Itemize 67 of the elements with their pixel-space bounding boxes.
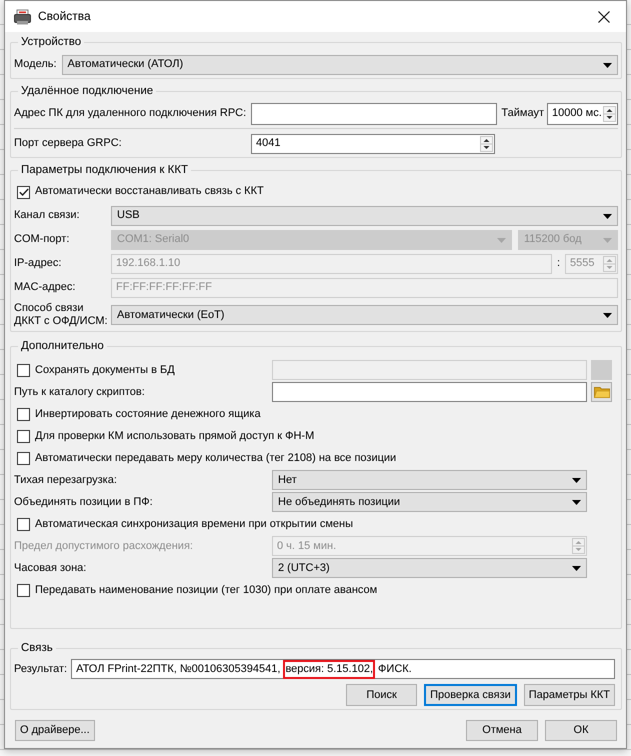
field-label: Объединять позиции в ПФ: bbox=[14, 496, 154, 509]
field-label: Предел допустимого расхождения: bbox=[14, 540, 194, 553]
action-button[interactable]: Поиск bbox=[346, 684, 418, 706]
field-label: Способ связи ДККТ с ОФД/ИСМ: bbox=[14, 302, 109, 328]
dropdown[interactable]: 2 (UTC+3) bbox=[272, 558, 587, 578]
dropdown-arrow-icon bbox=[497, 238, 506, 242]
group-title: Дополнительно bbox=[18, 339, 107, 354]
field-label: Таймаут bbox=[501, 107, 544, 121]
dropdown-arrow-icon bbox=[603, 312, 612, 318]
window-title: Свойства bbox=[38, 9, 91, 24]
dropdown-arrow-icon bbox=[603, 214, 612, 218]
dropdown-arrow-icon bbox=[572, 566, 581, 571]
field-label: Порт сервера GRPC: bbox=[14, 137, 123, 151]
field-label: Часовая зона: bbox=[14, 562, 88, 575]
printer-icon bbox=[14, 8, 31, 24]
checkbox-label: Передавать наименование позиции (тег 1030) при оплате авансом bbox=[35, 584, 378, 597]
checkbox-label: Инвертировать состояние денежного ящика bbox=[35, 408, 261, 421]
field-label: Модель: bbox=[14, 58, 57, 72]
group-title: Устройство bbox=[18, 35, 84, 50]
dialog-button[interactable]: Отмена bbox=[466, 720, 538, 742]
close-icon[interactable] bbox=[598, 10, 610, 22]
highlighted-text: версия: 5.15.102, bbox=[283, 660, 375, 679]
field-label: Путь к каталогу скриптов: bbox=[14, 386, 146, 399]
checkbox-label: Для проверки КМ использовать прямой доступ к ФН-М bbox=[35, 430, 314, 443]
dropdown-arrow-icon bbox=[603, 238, 612, 242]
checkbox-label: Автоматически восстанавливать связь с ККТ bbox=[35, 185, 264, 199]
action-button[interactable]: Проверка связи bbox=[424, 684, 517, 706]
checkbox-label: Сохранять документы в БД bbox=[35, 364, 175, 377]
dropdown-arrow-icon bbox=[603, 62, 612, 68]
spin-box[interactable]: 10000 мс. bbox=[547, 103, 618, 125]
checkbox[interactable] bbox=[17, 430, 30, 443]
dropdown-arrow-icon bbox=[572, 500, 581, 505]
field-label: MAC-адрес: bbox=[14, 281, 76, 295]
field-label: Результат: bbox=[14, 662, 68, 676]
group-title: Параметры подключения к ККТ bbox=[18, 163, 192, 178]
input-field[interactable] bbox=[251, 103, 498, 125]
action-button[interactable]: Параметры ККТ bbox=[524, 684, 615, 706]
dialog-button[interactable]: ОК bbox=[545, 720, 617, 742]
checkbox[interactable] bbox=[17, 408, 30, 421]
field-label: COM-порт: bbox=[14, 233, 70, 247]
dropdown[interactable]: Нет bbox=[272, 470, 587, 490]
folder-icon bbox=[594, 386, 610, 398]
folder-button[interactable] bbox=[591, 382, 612, 402]
result-field[interactable]: АТОЛ FPrint-22ПТК, №00106305394541, версия: 5.15.102, ФИСК. bbox=[71, 659, 615, 680]
dropdown[interactable]: USB bbox=[111, 206, 618, 226]
input-field[interactable] bbox=[272, 382, 587, 402]
dropdown[interactable]: Не объединять позиции bbox=[272, 492, 587, 512]
spin-arrows-icon[interactable] bbox=[480, 136, 493, 152]
checkbox[interactable] bbox=[17, 452, 30, 465]
dropdown[interactable]: Автоматически (АТОЛ) bbox=[62, 55, 618, 75]
dropdown[interactable]: Автоматически (EoT) bbox=[111, 305, 618, 326]
checkbox-label: Автоматическая синхронизация времени при открытии смены bbox=[35, 518, 354, 531]
spin-box[interactable]: 4041 bbox=[251, 134, 495, 154]
field-label: IP-адрес: bbox=[14, 257, 62, 271]
about-button[interactable]: О драйвере... bbox=[15, 720, 95, 742]
field-label: Канал связи: bbox=[14, 209, 81, 223]
checkbox[interactable] bbox=[17, 186, 30, 198]
group-title: Удалённое подключение bbox=[18, 84, 156, 99]
checkbox[interactable] bbox=[17, 584, 30, 597]
spin-arrows-icon[interactable] bbox=[603, 106, 616, 122]
field-label: Адрес ПК для удаленного подключения RPC: bbox=[14, 107, 248, 121]
checkbox[interactable] bbox=[17, 518, 30, 531]
checkbox-label: Автоматически передавать меру количества (тег 2108) на все позиции bbox=[35, 452, 396, 465]
field-label: Тихая перезагрузка: bbox=[14, 474, 118, 487]
dropdown-arrow-icon bbox=[572, 478, 581, 483]
checkmark-icon bbox=[18, 188, 28, 196]
port-separator: : bbox=[556, 257, 560, 271]
